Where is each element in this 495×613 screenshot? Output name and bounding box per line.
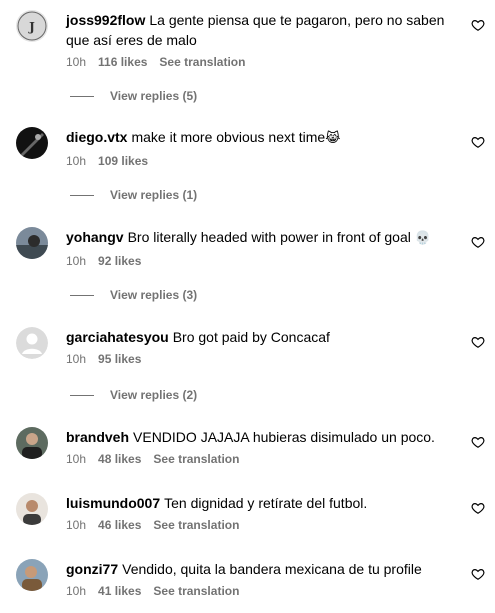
comment-time[interactable]: 10h bbox=[66, 55, 86, 69]
see-translation-link[interactable]: See translation bbox=[159, 55, 245, 69]
comment-likes[interactable]: 46 likes bbox=[98, 518, 141, 532]
avatar[interactable] bbox=[16, 227, 48, 259]
comment-text: make it more obvious next time bbox=[131, 129, 326, 145]
view-replies-label: View replies (2) bbox=[110, 388, 198, 402]
comment-username[interactable]: garciahatesyou bbox=[66, 329, 169, 345]
svg-text:J: J bbox=[28, 20, 35, 34]
comment-likes[interactable]: 48 likes bbox=[98, 452, 141, 466]
comment-username[interactable]: luismundo007 bbox=[66, 495, 160, 511]
view-replies-label: View replies (3) bbox=[110, 288, 198, 302]
comment-username[interactable]: brandveh bbox=[66, 429, 129, 445]
see-translation-link[interactable]: See translation bbox=[153, 584, 239, 598]
replies-divider bbox=[70, 294, 94, 296]
view-replies-button[interactable]: View replies (1) bbox=[70, 188, 197, 202]
comment-username[interactable]: yohangv bbox=[66, 229, 124, 245]
heart-icon[interactable] bbox=[471, 435, 485, 449]
heart-icon[interactable] bbox=[471, 235, 485, 249]
comment-time[interactable]: 10h bbox=[66, 254, 86, 268]
view-replies-button[interactable]: View replies (2) bbox=[70, 388, 197, 402]
comment-meta: 10h 41 likes See translation bbox=[66, 583, 461, 599]
comment-meta: 10h 95 likes bbox=[66, 351, 461, 367]
skull-emoji: 💀 bbox=[414, 231, 431, 246]
avatar[interactable]: J bbox=[16, 10, 48, 42]
heart-icon[interactable] bbox=[471, 501, 485, 515]
laughing-cat-emoji: 😹 bbox=[325, 131, 341, 146]
heart-icon[interactable] bbox=[471, 567, 485, 581]
comment-time[interactable]: 10h bbox=[66, 584, 86, 598]
heart-icon[interactable] bbox=[471, 335, 485, 349]
view-replies-button[interactable]: View replies (3) bbox=[70, 288, 197, 302]
default-avatar-icon[interactable] bbox=[16, 327, 48, 359]
replies-divider bbox=[70, 394, 94, 396]
comment-likes[interactable]: 41 likes bbox=[98, 584, 141, 598]
comment-meta: 10h 48 likes See translation bbox=[66, 451, 461, 467]
comment-text: Bro got paid by Concacaf bbox=[172, 329, 330, 345]
comment-likes[interactable]: 109 likes bbox=[98, 154, 148, 168]
avatar[interactable] bbox=[16, 493, 48, 525]
comment-meta: 10h 109 likes bbox=[66, 153, 461, 169]
comment-likes[interactable]: 95 likes bbox=[98, 352, 141, 366]
comment-time[interactable]: 10h bbox=[66, 352, 86, 366]
comment-time[interactable]: 10h bbox=[66, 452, 86, 466]
comment-username[interactable]: gonzi77 bbox=[66, 561, 118, 577]
comment-likes[interactable]: 92 likes bbox=[98, 254, 141, 268]
view-replies-label: View replies (5) bbox=[110, 89, 198, 103]
comments-list: J joss992flow La gente piensa que te paga… bbox=[0, 0, 495, 613]
comment-text: Vendido, quita la bandera mexicana de tu… bbox=[122, 561, 422, 577]
heart-icon[interactable] bbox=[471, 135, 485, 149]
comment-text: Bro literally headed with power in front… bbox=[127, 229, 411, 245]
see-translation-link[interactable]: See translation bbox=[153, 452, 239, 466]
comment-likes[interactable]: 116 likes bbox=[98, 55, 147, 69]
comment-text: VENDIDO JAJAJA hubieras disimulado un po… bbox=[133, 429, 435, 445]
replies-divider bbox=[70, 95, 94, 97]
avatar[interactable] bbox=[16, 127, 48, 159]
comment-meta: 10h 92 likes bbox=[66, 253, 461, 269]
comment-time[interactable]: 10h bbox=[66, 518, 86, 532]
view-replies-button[interactable]: View replies (5) bbox=[70, 89, 197, 103]
comment-username[interactable]: diego.vtx bbox=[66, 129, 127, 145]
avatar[interactable] bbox=[16, 427, 48, 459]
comment-meta: 10h 116 likes See translation bbox=[66, 54, 461, 70]
view-replies-label: View replies (1) bbox=[110, 188, 198, 202]
heart-icon[interactable] bbox=[471, 18, 485, 32]
comment-time[interactable]: 10h bbox=[66, 154, 86, 168]
comment-meta: 10h 46 likes See translation bbox=[66, 517, 461, 533]
see-translation-link[interactable]: See translation bbox=[153, 518, 239, 532]
comment-username[interactable]: joss992flow bbox=[66, 12, 145, 28]
avatar[interactable] bbox=[16, 559, 48, 591]
comment-text: Ten dignidad y retírate del futbol. bbox=[164, 495, 368, 511]
replies-divider bbox=[70, 194, 94, 196]
